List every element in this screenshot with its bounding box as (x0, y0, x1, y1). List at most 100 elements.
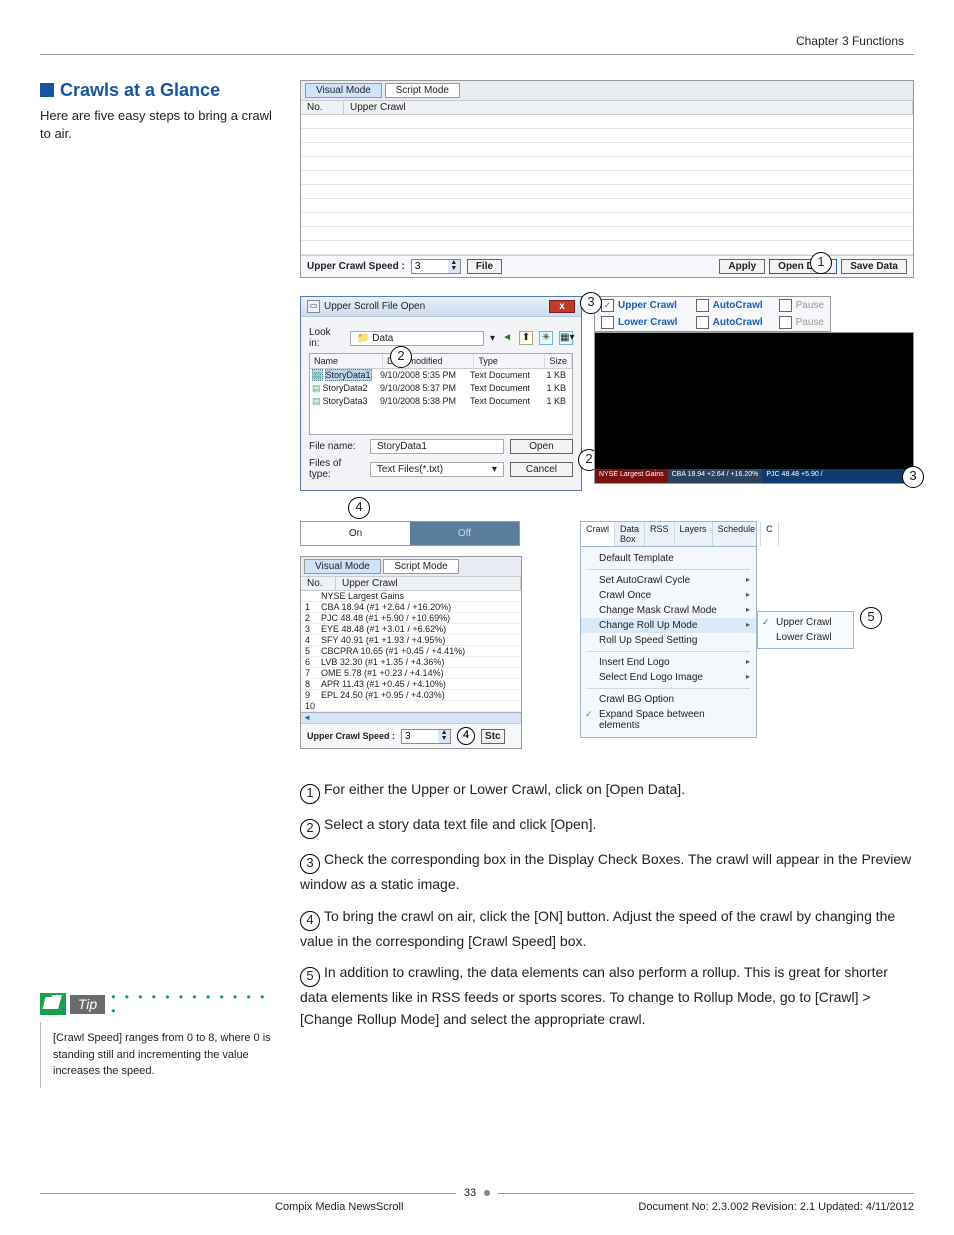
menu-rollup-mode[interactable]: Change Roll Up Mode (581, 618, 756, 633)
data-row[interactable]: 9EPL 24.50 (#1 +0.95 / +4.03%) (301, 690, 521, 701)
submenu-upper[interactable]: Upper Crawl (758, 615, 853, 630)
menu-tab-crawl[interactable]: Crawl (581, 522, 615, 546)
file-button[interactable]: File (467, 259, 502, 274)
off-button[interactable]: Off (410, 522, 519, 545)
stc-button[interactable]: Stc (481, 729, 505, 744)
data-row[interactable]: 7OME 5.78 (#1 +0.23 / +4.14%) (301, 668, 521, 679)
menu-tab-schedule[interactable]: Schedule (713, 522, 762, 546)
menu-rollup-speed[interactable]: Roll Up Speed Setting (581, 633, 756, 648)
back-icon[interactable]: ◄ (501, 332, 513, 344)
crawl-grid[interactable] (301, 115, 913, 255)
data-row[interactable]: 8APR 11.43 (#1 +0.45 / +4.10%) (301, 679, 521, 690)
callout-4b: 4 (457, 727, 475, 745)
speed-spinner-2[interactable]: ▲▼ (401, 729, 451, 744)
menu-crawl-once[interactable]: Crawl Once (581, 588, 756, 603)
lookin-label: Look in: (309, 327, 344, 349)
step-num-4: 4 (300, 911, 320, 931)
on-button[interactable]: On (301, 522, 410, 545)
callout-3: 3 (580, 292, 602, 314)
col-no: No. (301, 101, 344, 114)
step-1-text: For either the Upper or Lower Crawl, cli… (324, 781, 685, 797)
menu-default-template[interactable]: Default Template (581, 551, 756, 566)
lookin-field[interactable]: 📁 Data (350, 331, 484, 346)
view-menu-icon[interactable]: ▦▾ (559, 331, 573, 345)
callout-1: 1 (810, 252, 832, 274)
callout-5: 5 (860, 607, 882, 629)
rollup-submenu: Upper Crawl Lower Crawl (757, 611, 854, 649)
chapter-label: Chapter 3 Functions (796, 34, 904, 48)
menu-insert-logo[interactable]: Insert End Logo (581, 655, 756, 670)
cancel-button[interactable]: Cancel (510, 462, 573, 477)
tab-script-mode-2[interactable]: Script Mode (383, 559, 458, 574)
col-upper-2: Upper Crawl (336, 577, 521, 590)
file-row[interactable]: ▤StoryData1 9/10/2008 5:35 PM Text Docum… (310, 369, 572, 382)
header-rule (40, 54, 914, 55)
callout-2: 2 (390, 346, 412, 368)
data-row[interactable]: 10 (301, 701, 521, 712)
tab-visual-mode-2[interactable]: Visual Mode (304, 559, 381, 574)
col-upper-crawl: Upper Crawl (344, 101, 913, 114)
crawl-context-menu: Default Template Set AutoCrawl Cycle Cra… (580, 546, 757, 738)
menu-tab-rss[interactable]: RSS (645, 522, 675, 546)
data-row[interactable]: 1CBA 18.94 (#1 +2.64 / +16.20%) (301, 602, 521, 613)
col-name[interactable]: Name (310, 354, 383, 368)
autocrawl-upper-checkbox[interactable] (696, 299, 709, 312)
new-folder-icon[interactable]: ✳ (539, 331, 553, 345)
page-number: 33 (464, 1187, 476, 1199)
scrollbar-horizontal[interactable]: ◄ (301, 712, 521, 723)
col-type[interactable]: Type (474, 354, 545, 368)
upper-crawl-label: Upper Crawl (618, 300, 677, 311)
close-icon[interactable]: x (549, 300, 575, 313)
file-row[interactable]: ▤StoryData2 9/10/2008 5:37 PM Text Docum… (310, 382, 572, 395)
context-menu-tabs: Crawl Data Box RSS Layers Schedule C (580, 521, 757, 546)
speed-spinner[interactable]: ▲▼ (411, 259, 461, 274)
dialog-title: Upper Scroll File Open (324, 301, 425, 312)
menu-bg-option[interactable]: Crawl BG Option (581, 692, 756, 707)
col-size[interactable]: Size (545, 354, 572, 368)
step-3-text: Check the corresponding box in the Displ… (300, 851, 911, 892)
tab-visual-mode[interactable]: Visual Mode (305, 83, 382, 98)
open-button[interactable]: Open (510, 439, 573, 454)
autocrawl-lower-checkbox[interactable] (696, 316, 709, 329)
crawl-config-panel: Visual Mode Script Mode No. Upper Crawl … (300, 80, 914, 278)
data-grid[interactable]: NYSE Largest Gains1CBA 18.94 (#1 +2.64 /… (301, 591, 521, 712)
data-row[interactable]: 6LVB 32.30 (#1 +1.35 / +4.36%) (301, 657, 521, 668)
menu-tab-layers[interactable]: Layers (675, 522, 713, 546)
filename-field[interactable]: StoryData1 (370, 439, 504, 454)
section-heading: Crawls at a Glance (40, 80, 280, 101)
menu-tab-databox[interactable]: Data Box (615, 522, 645, 546)
col-no-2: No. (301, 577, 336, 590)
up-folder-icon[interactable]: ⬆ (519, 331, 533, 345)
speed-label: Upper Crawl Speed : (307, 261, 405, 272)
data-row[interactable]: 2PJC 48.48 (#1 +5.90 / +10.69%) (301, 613, 521, 624)
step-num-3: 3 (300, 854, 320, 874)
ticker-segment-1: NYSE Largest Gains (595, 469, 668, 483)
save-data-button[interactable]: Save Data (841, 259, 907, 274)
display-checkbox-panel: Upper Crawl AutoCrawl Pause Lower Crawl (594, 296, 831, 332)
filetype-field[interactable]: Text Files(*.txt)▾ (370, 462, 504, 477)
submenu-lower[interactable]: Lower Crawl (758, 630, 853, 645)
apply-button[interactable]: Apply (719, 259, 765, 274)
menu-mask-mode[interactable]: Change Mask Crawl Mode (581, 603, 756, 618)
menu-select-logo[interactable]: Select End Logo Image (581, 670, 756, 685)
ticker-segment-3: PJC 48.48 +5.90 / (762, 469, 913, 483)
page-footer: 33 Compix Media NewsScroll Document No: … (40, 1187, 914, 1213)
tip-icon (40, 993, 66, 1015)
file-open-dialog: ▭ Upper Scroll File Open x Look in: 📁 Da… (300, 296, 582, 491)
data-row[interactable]: NYSE Largest Gains (301, 591, 521, 602)
menu-autocrawl-cycle[interactable]: Set AutoCrawl Cycle (581, 573, 756, 588)
file-row[interactable]: ▤StoryData3 9/10/2008 5:38 PM Text Docum… (310, 395, 572, 408)
upper-crawl-checkbox[interactable] (601, 299, 614, 312)
menu-expand-space[interactable]: Expand Space between elements (581, 707, 756, 733)
data-row[interactable]: 5CBCPRA 10.65 (#1 +0.45 / +4.41%) (301, 646, 521, 657)
filetype-label: Files of type: (309, 458, 364, 480)
pause-upper-checkbox[interactable] (779, 299, 792, 312)
data-row[interactable]: 4SFY 40.91 (#1 +1.93 / +4.95%) (301, 635, 521, 646)
step-5-text: In addition to crawling, the data elemen… (300, 964, 888, 1027)
tab-script-mode[interactable]: Script Mode (385, 83, 460, 98)
lower-crawl-checkbox[interactable] (601, 316, 614, 329)
menu-tab-c[interactable]: C (761, 522, 779, 546)
data-row[interactable]: 3EYE 48.48 (#1 +3.01 / +6.62%) (301, 624, 521, 635)
pause-lower-checkbox[interactable] (779, 316, 792, 329)
tip-dots: • • • • • • • • • • • • • (111, 990, 280, 1018)
